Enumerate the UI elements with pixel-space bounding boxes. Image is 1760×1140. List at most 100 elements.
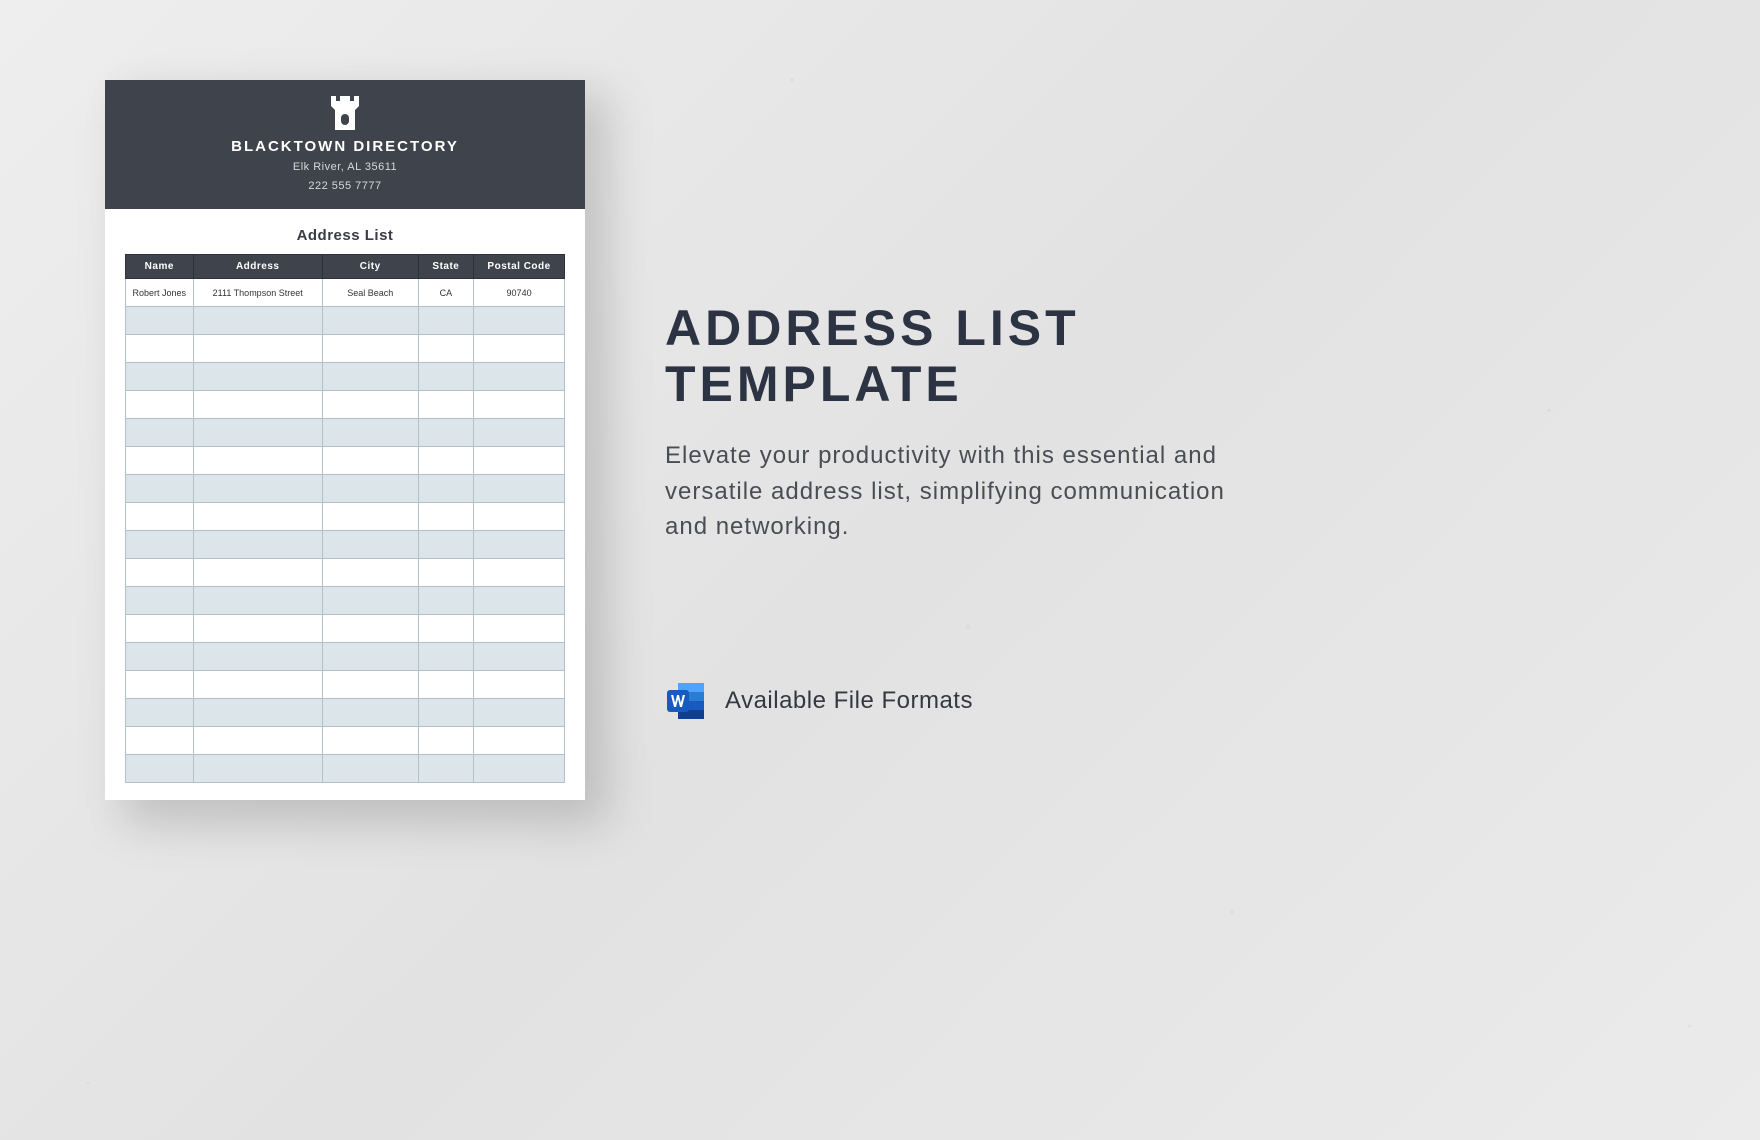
table-cell: [418, 503, 474, 531]
table-cell: [322, 419, 418, 447]
table-cell: [193, 391, 322, 419]
table-cell: [193, 615, 322, 643]
promo-title: ADDRESS LIST TEMPLATE: [665, 300, 1385, 412]
table-cell: [322, 531, 418, 559]
table-cell: [474, 671, 565, 699]
table-cell: [418, 391, 474, 419]
table-cell: [418, 587, 474, 615]
table-cell: [322, 363, 418, 391]
table-cell: [418, 559, 474, 587]
table-cell: [474, 531, 565, 559]
table-row: [126, 475, 565, 503]
promo-panel: ADDRESS LIST TEMPLATE Elevate your produ…: [665, 300, 1385, 545]
table-row: [126, 335, 565, 363]
table-cell: [418, 699, 474, 727]
table-cell: [126, 643, 194, 671]
table-cell: [193, 503, 322, 531]
col-city: City: [322, 255, 418, 279]
table-cell: [474, 643, 565, 671]
table-cell: [126, 587, 194, 615]
table-cell: [322, 671, 418, 699]
table-cell: [322, 615, 418, 643]
table-cell: [474, 419, 565, 447]
table-cell: [193, 587, 322, 615]
table-cell: [193, 307, 322, 335]
table-cell: [474, 391, 565, 419]
table-cell: [193, 447, 322, 475]
ms-word-icon: [665, 680, 707, 722]
table-cell: [418, 615, 474, 643]
table-cell: [193, 671, 322, 699]
table-cell: 90740: [474, 279, 565, 307]
table-cell: [126, 699, 194, 727]
table-cell: [418, 643, 474, 671]
table-cell: [126, 727, 194, 755]
table-cell: [126, 615, 194, 643]
table-cell: [322, 755, 418, 783]
table-cell: [322, 699, 418, 727]
table-cell: [418, 419, 474, 447]
table-cell: CA: [418, 279, 474, 307]
table-cell: [126, 671, 194, 699]
table-cell: [418, 363, 474, 391]
table-row: [126, 531, 565, 559]
table-cell: [322, 307, 418, 335]
table-cell: [474, 335, 565, 363]
table-cell: [418, 755, 474, 783]
table-row: [126, 503, 565, 531]
table-cell: [193, 363, 322, 391]
table-cell: [418, 727, 474, 755]
table-cell: [418, 671, 474, 699]
table-cell: [474, 363, 565, 391]
table-cell: [193, 643, 322, 671]
table-row: [126, 307, 565, 335]
table-cell: [126, 447, 194, 475]
table-cell: [418, 307, 474, 335]
col-address: Address: [193, 255, 322, 279]
table-row: [126, 391, 565, 419]
formats-label: Available File Formats: [725, 687, 973, 715]
table-cell: [322, 447, 418, 475]
list-title: Address List: [105, 227, 585, 244]
table-cell: [474, 559, 565, 587]
table-cell: [474, 755, 565, 783]
address-table: Name Address City State Postal Code Robe…: [125, 254, 565, 783]
table-cell: [474, 699, 565, 727]
col-postal: Postal Code: [474, 255, 565, 279]
promo-description: Elevate your productivity with this esse…: [665, 438, 1265, 545]
castle-icon: [325, 96, 365, 130]
org-address: Elk River, AL 35611: [293, 161, 397, 174]
table-cell: [322, 643, 418, 671]
table-cell: Robert Jones: [126, 279, 194, 307]
table-row: [126, 363, 565, 391]
table-header-row: Name Address City State Postal Code: [126, 255, 565, 279]
table-cell: [418, 335, 474, 363]
table-cell: [126, 475, 194, 503]
table-cell: [193, 755, 322, 783]
table-cell: [322, 335, 418, 363]
col-name: Name: [126, 255, 194, 279]
table-cell: [474, 307, 565, 335]
file-formats: Available File Formats: [665, 680, 973, 722]
table-cell: [126, 531, 194, 559]
table-cell: [474, 503, 565, 531]
table-cell: [418, 475, 474, 503]
table-cell: [126, 559, 194, 587]
table-cell: [474, 727, 565, 755]
col-state: State: [418, 255, 474, 279]
table-cell: [322, 559, 418, 587]
table-row: [126, 699, 565, 727]
org-phone: 222 555 7777: [308, 180, 381, 193]
table-row: [126, 559, 565, 587]
table-row: [126, 587, 565, 615]
table-cell: [193, 335, 322, 363]
table-row: [126, 643, 565, 671]
table-row: Robert Jones2111 Thompson StreetSeal Bea…: [126, 279, 565, 307]
promo-title-line2: TEMPLATE: [665, 356, 963, 412]
table-row: [126, 419, 565, 447]
promo-title-line1: ADDRESS LIST: [665, 300, 1080, 356]
table-cell: [418, 447, 474, 475]
table-cell: [126, 755, 194, 783]
table-cell: [126, 391, 194, 419]
table-cell: [322, 475, 418, 503]
